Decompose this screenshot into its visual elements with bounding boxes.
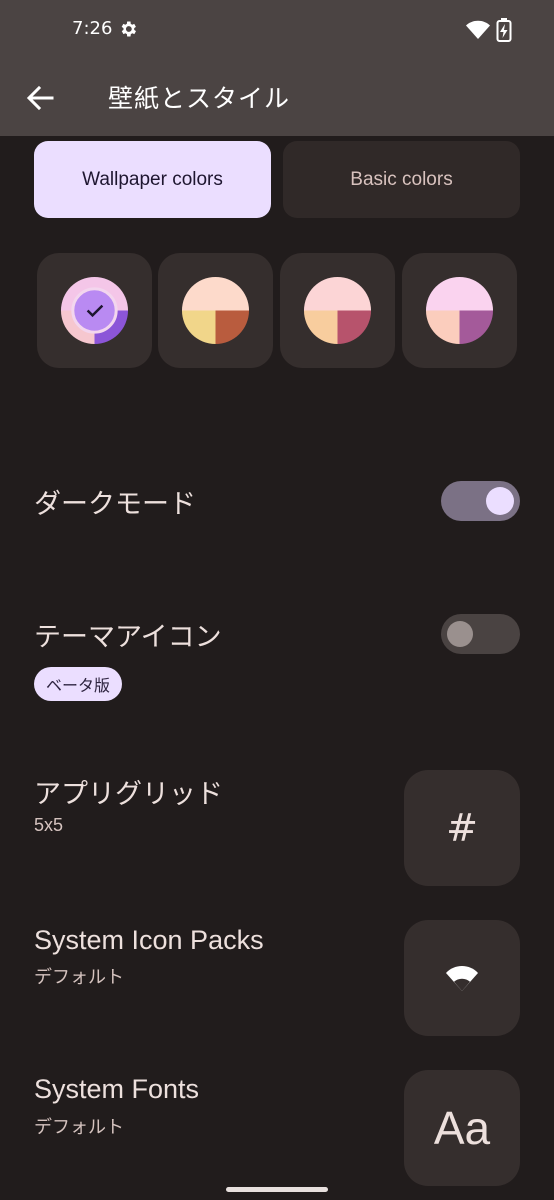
tab-basic-colors[interactable]: Basic colors [283, 141, 520, 218]
gear-icon [121, 21, 136, 37]
app-grid-label[interactable]: アプリグリッド [34, 772, 223, 811]
toggle-knob [486, 487, 514, 515]
color-swatch [60, 276, 129, 345]
page-title: 壁紙とスタイル [108, 84, 291, 113]
grid-icon: # [446, 806, 478, 850]
color-swatch [303, 276, 372, 345]
color-swatch [425, 276, 494, 345]
fonts-value: デフォルト [34, 1117, 124, 1137]
icon-packs-preview[interactable] [404, 920, 520, 1036]
themed-icons-toggle[interactable] [441, 614, 520, 654]
arrow-back-icon[interactable] [18, 76, 62, 120]
status-bar: 7:26 [0, 0, 554, 60]
status-time: 7:26 [72, 18, 113, 39]
color-swatch [181, 276, 250, 345]
app-grid-value: 5x5 [34, 815, 64, 835]
dark-mode-label: ダークモード [34, 489, 196, 519]
color-option-4[interactable] [402, 253, 517, 368]
wifi-icon [466, 20, 490, 39]
icon-packs-label[interactable]: System Icon Packs [34, 925, 264, 956]
app-grid-preview[interactable]: # [404, 770, 520, 886]
themed-icons-label: テーマアイコン [34, 622, 222, 652]
battery-charging-icon [496, 18, 512, 42]
gesture-nav-handle[interactable] [226, 1187, 328, 1192]
tab-wallpaper-colors[interactable]: Wallpaper colors [34, 141, 271, 218]
color-option-3[interactable] [280, 253, 395, 368]
dark-mode-toggle[interactable] [441, 481, 520, 521]
beta-badge: ベータ版 [34, 667, 123, 701]
font-sample: Aa [433, 1102, 491, 1154]
wifi-icon [446, 966, 478, 991]
app-bar: 壁紙とスタイル [0, 60, 554, 136]
icon-packs-value: デフォルト [34, 967, 124, 987]
toggle-knob [447, 621, 473, 647]
fonts-label[interactable]: System Fonts [34, 1074, 199, 1105]
color-option-1[interactable] [37, 253, 152, 368]
color-option-2[interactable] [158, 253, 273, 368]
fonts-preview[interactable]: Aa [404, 1070, 520, 1186]
